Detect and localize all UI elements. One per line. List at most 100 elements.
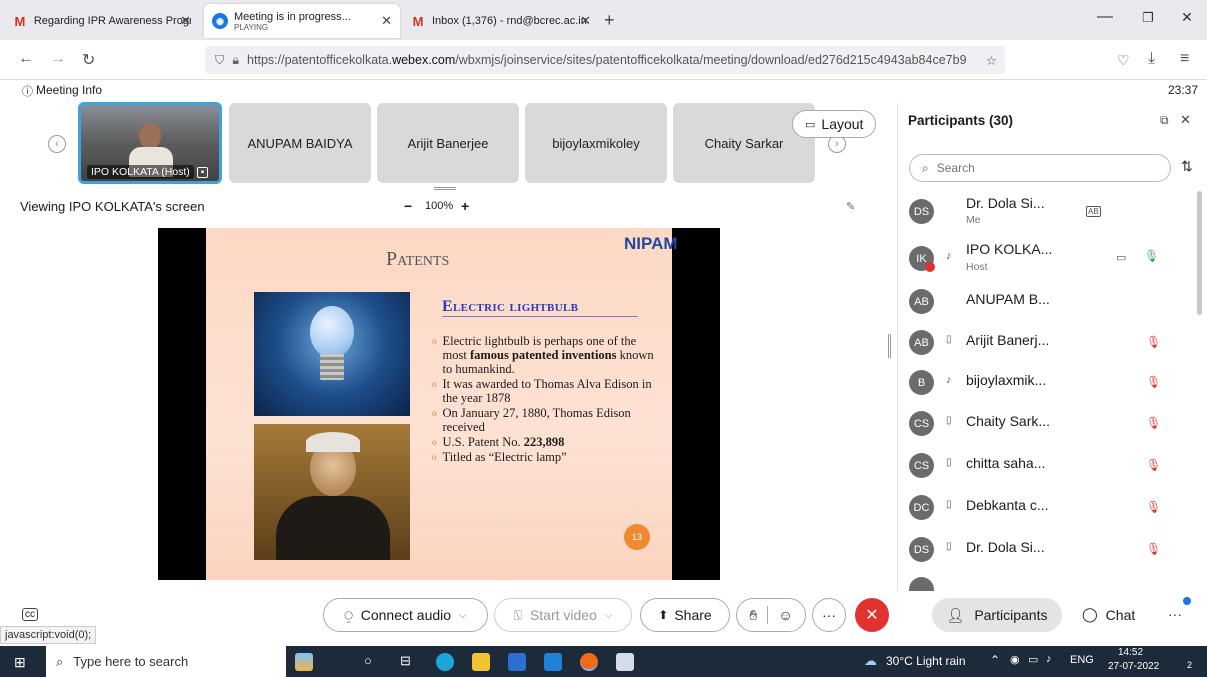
close-panel-icon[interactable]: ✕ <box>1180 112 1191 128</box>
chat-button[interactable]: ◯ Chat <box>1082 606 1135 623</box>
popout-icon[interactable]: ⧉ <box>1160 113 1169 128</box>
file-explorer-icon[interactable] <box>472 653 490 671</box>
back-icon[interactable]: ← <box>18 50 34 68</box>
new-tab-button[interactable]: + <box>604 10 615 31</box>
close-icon[interactable]: ✕ <box>381 13 392 29</box>
avatar: AB <box>909 289 934 314</box>
forward-icon[interactable]: → <box>50 50 66 68</box>
video-tile[interactable]: bijoylaxmikoley <box>525 103 667 183</box>
url-field[interactable]: ⛉ 🔒︎ https://patentofficekolkata.webex.c… <box>205 46 1005 74</box>
edge-icon[interactable] <box>436 653 454 671</box>
host-badge-icon <box>925 262 935 272</box>
menu-icon[interactable]: ≡ <box>1180 50 1189 68</box>
window-close-button[interactable]: ✕ <box>1172 9 1202 26</box>
video-tile[interactable]: Arijit Banerjee <box>377 103 519 183</box>
battery-icon[interactable]: ▭ <box>1028 653 1038 666</box>
leave-meeting-button[interactable]: ✕ <box>855 598 889 632</box>
strip-prev-icon[interactable]: ‹ <box>48 135 66 153</box>
participant-row[interactable]: AB ▯ Arijit Banerj... 🎙︎ <box>898 322 1198 362</box>
share-button[interactable]: ⬆ Share <box>640 598 730 632</box>
cortana-icon[interactable]: ○ <box>364 653 372 668</box>
restore-button[interactable]: ❐ <box>1133 10 1163 26</box>
firefox-icon[interactable] <box>580 653 598 671</box>
avatar: CS <box>909 411 934 436</box>
layout-button[interactable]: ▭ Layout <box>792 110 877 138</box>
layout-icon: ▭ <box>805 118 816 131</box>
clock-time[interactable]: 14:52 <box>1118 647 1143 658</box>
meeting-info-link[interactable]: Meeting Info <box>36 83 102 97</box>
device-icon: ▯ <box>946 541 952 552</box>
raise-hand-icon[interactable]: ✋︎ <box>749 607 757 624</box>
captions-button[interactable]: cc <box>22 608 38 621</box>
mail-icon[interactable] <box>544 653 562 671</box>
participant-row[interactable]: DC ▯ Debkanta c... 🎙︎ <box>898 487 1198 527</box>
reload-icon[interactable]: ↻ <box>82 50 95 70</box>
browser-tab-bar: M Regarding IPR Awareness Progr ✕ ◉ Meet… <box>0 0 1207 40</box>
device-icon: ▯ <box>946 499 952 510</box>
tray-chevron-icon[interactable]: ⌃ <box>990 653 1000 667</box>
slide-body: NIPAM Patents Electric lightbulb o Electr… <box>206 228 678 580</box>
clock-date[interactable]: 27-07-2022 <box>1108 661 1159 672</box>
taskbar-search[interactable]: ⌕ Type here to search <box>46 646 286 677</box>
slide-heading: Electric lightbulb <box>442 298 579 315</box>
participant-name: Chaity Sark... <box>966 413 1051 429</box>
minimize-button[interactable]: — <box>1090 8 1120 26</box>
audio-connect-icon: ♪ <box>946 374 952 386</box>
pocket-icon[interactable]: ♡ <box>1117 52 1130 69</box>
bookmark-star-icon[interactable]: ☆ <box>986 53 997 68</box>
cloud-rain-icon: ☁ <box>864 653 877 668</box>
tab-inbox[interactable]: M Inbox (1,376) - rnd@bcrec.ac.in ✕ <box>402 4 597 38</box>
more-panel-button[interactable]: ··· <box>1168 606 1182 622</box>
participant-row[interactable]: CS ▯ Chaity Sark... 🎙︎ <box>898 403 1198 443</box>
annotate-icon[interactable]: ✎ <box>846 200 855 213</box>
connect-audio-button[interactable]: ⍜ Connect audio ⌵ <box>323 598 488 632</box>
video-off-icon: ⍂ <box>513 606 522 623</box>
start-video-button[interactable]: ⍂ Start video ⌵ <box>494 598 632 632</box>
search-input[interactable] <box>936 161 1137 175</box>
share-label: Share <box>674 607 712 623</box>
more-options-button[interactable]: ··· <box>812 598 846 632</box>
participants-label: Participants <box>974 607 1048 623</box>
sort-icon[interactable]: ⇅ <box>1181 158 1193 175</box>
close-icon[interactable]: ✕ <box>580 13 591 29</box>
weather-text[interactable]: 30°C Light rain <box>886 654 966 668</box>
participant-search[interactable]: ⌕ <box>909 154 1171 182</box>
network-icon[interactable]: ◉ <box>1010 653 1020 666</box>
participant-row[interactable]: B ♪ bijoylaxmik... 🎙︎ <box>898 362 1198 402</box>
participant-row[interactable]: DS ▯ Dr. Dola Si... 🎙︎ <box>898 529 1198 569</box>
tab-ipr-awareness[interactable]: M Regarding IPR Awareness Progr ✕ <box>4 4 199 38</box>
zoom-in-button[interactable]: + <box>461 198 469 214</box>
download-icon[interactable]: ⤓ <box>1148 50 1155 68</box>
task-view-icon[interactable]: ⊟ <box>400 653 411 669</box>
participant-row[interactable]: DS Dr. Dola Si... Me AB <box>898 191 1198 231</box>
notepad-icon[interactable] <box>616 653 634 671</box>
participant-row[interactable]: AB ANUPAM B... <box>898 281 1198 321</box>
participants-button[interactable]: 👤︎ Participants <box>932 598 1062 632</box>
windows-start-icon[interactable]: ⊞ <box>14 654 26 671</box>
emoji-icon[interactable]: ☺ <box>778 607 792 623</box>
volume-icon[interactable]: ♪ <box>1046 653 1052 665</box>
video-tile[interactable]: ANUPAM BAIDYA <box>229 103 371 183</box>
language-indicator[interactable]: ENG <box>1070 654 1094 666</box>
participant-name: Dr. Dola Si... <box>966 195 1045 211</box>
participants-panel-title: Participants (30) <box>908 113 1014 128</box>
avatar: DS <box>909 537 934 562</box>
device-icon: ▯ <box>946 457 952 468</box>
panel-resize-handle[interactable] <box>888 334 891 358</box>
slide-title: Patents <box>386 248 450 270</box>
close-icon[interactable]: ✕ <box>180 13 191 29</box>
participant-row[interactable]: CS ▯ chitta saha... 🎙︎ <box>898 445 1198 485</box>
weather-widget-icon[interactable] <box>295 653 313 671</box>
chat-bubble-icon: ◯ <box>1082 606 1098 622</box>
tab-webex-meeting[interactable]: ◉ Meeting is in progress... PLAYING ✕ <box>204 4 400 38</box>
participant-row[interactable]: IK ♪ IPO KOLKA... Host ▭ 🎙︎ <box>898 238 1198 278</box>
mic-on-icon: 🎙︎ <box>1144 249 1160 263</box>
tab-title: Inbox (1,376) - rnd@bcrec.ac.in <box>432 15 587 27</box>
resize-handle[interactable] <box>434 187 456 190</box>
store-icon[interactable] <box>508 653 526 671</box>
mic-muted-icon: 🎙︎ <box>1146 500 1162 514</box>
self-video-tile[interactable]: IPO KOLKATA (Host) ▪ <box>78 102 222 184</box>
notification-center-icon[interactable]: 2 <box>1172 652 1192 670</box>
panel-scrollbar[interactable] <box>1197 191 1202 315</box>
zoom-out-button[interactable]: − <box>404 198 412 214</box>
